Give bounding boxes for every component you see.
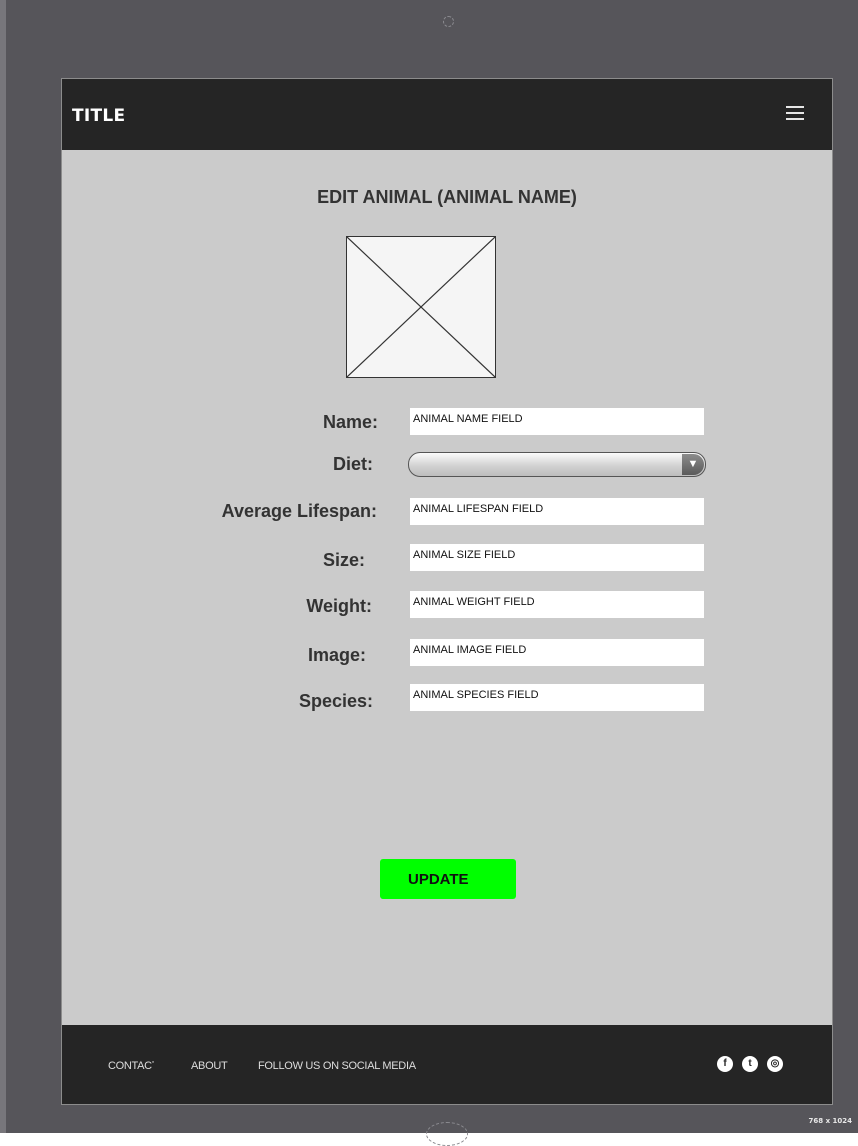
lifespan-label: Average Lifespan: [221, 501, 377, 521]
app-screen: TITLE EDIT ANIMAL (ANIMAL NAME) Name: AN… [61, 78, 833, 1105]
device-size-label: 768 x 1024 [808, 1117, 852, 1125]
twitter-icon[interactable]: t [742, 1056, 758, 1072]
species-field[interactable]: ANIMAL SPECIES FIELD [410, 684, 704, 711]
chevron-down-icon[interactable]: ▼ [682, 454, 704, 475]
weight-field[interactable]: ANIMAL WEIGHT FIELD [410, 591, 704, 618]
lifespan-field[interactable]: ANIMAL LIFESPAN FIELD [410, 498, 704, 525]
diet-label: Diet: [333, 454, 373, 474]
footer-bar: CONTACT ABOUT FOLLOW US ON SOCIAL MEDIA … [62, 1025, 832, 1104]
name-label: Name: [322, 412, 378, 432]
facebook-icon[interactable]: f [717, 1056, 733, 1072]
footer-link-contact[interactable]: CONTACT [108, 1060, 154, 1072]
tablet-frame: TITLE EDIT ANIMAL (ANIMAL NAME) Name: AN… [0, 0, 858, 1146]
instagram-icon[interactable]: ◎ [767, 1056, 783, 1072]
image-field[interactable]: ANIMAL IMAGE FIELD [410, 639, 704, 666]
name-field[interactable]: ANIMAL NAME FIELD [410, 408, 704, 435]
diet-dropdown[interactable]: ▼ [408, 452, 706, 477]
image-placeholder-icon [346, 236, 496, 378]
size-label: Size: [322, 550, 365, 570]
footer-link-social[interactable]: FOLLOW US ON SOCIAL MEDIA [258, 1060, 443, 1072]
camera-icon [443, 16, 454, 27]
app-title: TITLE [72, 106, 126, 126]
update-button[interactable]: UPDATE [380, 859, 516, 899]
page-title: EDIT ANIMAL (ANIMAL NAME) [317, 187, 577, 207]
species-label: Species: [298, 691, 373, 711]
footer-link-about[interactable]: ABOUT [191, 1060, 231, 1072]
image-label: Image: [307, 645, 366, 665]
size-field[interactable]: ANIMAL SIZE FIELD [410, 544, 704, 571]
weight-label: Weight: [306, 596, 372, 616]
hamburger-menu-icon[interactable] [786, 106, 804, 120]
home-button-icon[interactable] [426, 1122, 468, 1146]
top-bar: TITLE [62, 79, 832, 150]
